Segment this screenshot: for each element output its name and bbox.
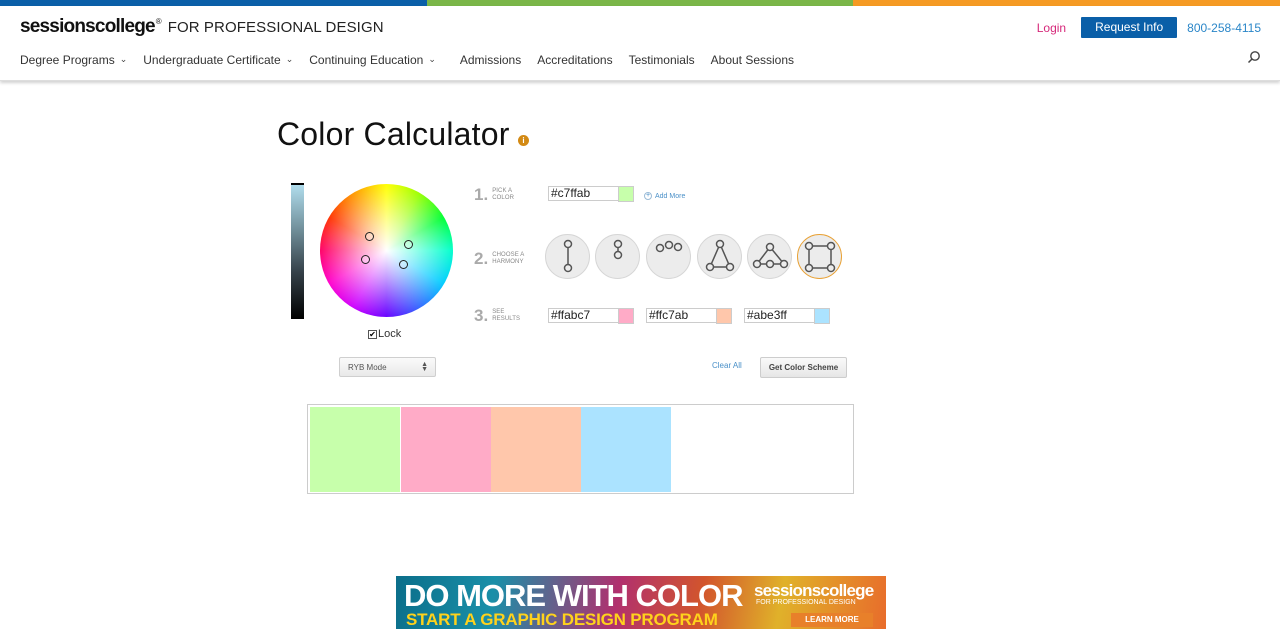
step-pick-color: 1. PICK A COLOR [474, 185, 514, 205]
nav-label: Continuing Education [309, 52, 424, 67]
site-logo[interactable]: sessionscollege ® FOR PROFESSIONAL DESIG… [20, 16, 384, 38]
banner-logo: sessionscollege [754, 581, 874, 600]
promo-banner[interactable]: DO MORE WITH COLOR START A GRAPHIC DESIG… [396, 576, 886, 629]
step-number: 1. [474, 185, 489, 204]
step-number: 3. [474, 306, 489, 325]
color-wheel[interactable] [320, 184, 453, 317]
lock-checkbox[interactable]: ✔ Lock [368, 328, 401, 340]
harmony-split-button[interactable] [595, 234, 640, 279]
base-color-input[interactable]: #c7ffab [548, 186, 618, 201]
nav-accreditations[interactable]: Accreditations [537, 53, 612, 67]
nav-undergraduate-certificate[interactable]: Undergraduate Certificate ⌄ [143, 53, 293, 67]
wheel-marker[interactable] [404, 240, 413, 249]
nav-degree-programs[interactable]: Degree Programs ⌄ [20, 53, 127, 67]
tetrad-icon [752, 242, 789, 269]
plus-icon: + [644, 192, 652, 200]
nav-continuing-education[interactable]: Continuing Education ⌄ [309, 53, 436, 67]
chevron-down-icon: ⌄ [119, 54, 128, 64]
banner-tagline: FOR PROFESSIONAL DESIGN [756, 599, 856, 606]
step-label: SEE RESULTS [492, 309, 521, 322]
clear-all-link[interactable]: Clear All [712, 361, 742, 370]
nav-about-sessions[interactable]: About Sessions [711, 53, 794, 67]
step-choose-harmony: 2. CHOOSE A HARMONY [474, 249, 524, 269]
utility-nav: Login Request Info 800-258-4115 [1037, 17, 1261, 38]
result-color-input[interactable]: #ffc7ab [646, 308, 716, 323]
step-see-results: 3. SEE RESULTS [474, 306, 520, 326]
banner-headline: DO MORE WITH COLOR [404, 578, 743, 613]
result-color-field: #abe3ff [744, 307, 830, 324]
scheme-color-block [310, 407, 400, 492]
checkbox-checked-icon[interactable]: ✔ [368, 329, 377, 339]
result-color-field: #ffabc7 [548, 307, 634, 324]
lock-label: Lock [378, 328, 402, 340]
page-title: Color Calculator [277, 116, 510, 152]
search-icon[interactable] [1247, 50, 1261, 64]
result-color-swatch[interactable] [618, 307, 634, 324]
harmony-tetrad-button[interactable] [747, 234, 792, 279]
step-label: CHOOSE A HARMONY [492, 252, 525, 265]
result-color-field: #ffc7ab [646, 307, 732, 324]
chevron-down-icon: ⌄ [285, 54, 294, 64]
harmony-square-button[interactable] [797, 234, 842, 279]
nav-testimonials[interactable]: Testimonials [629, 53, 695, 67]
logo-tagline: FOR PROFESSIONAL DESIGN [167, 19, 384, 36]
scheme-color-block [401, 407, 491, 492]
result-color-swatch[interactable] [814, 307, 830, 324]
color-scheme-preview [307, 404, 854, 494]
mode-select[interactable]: RYB Mode ▲ ▼ [339, 357, 436, 377]
result-color-input[interactable]: #ffabc7 [548, 308, 618, 323]
complementary-icon [563, 239, 573, 273]
harmony-complementary-button[interactable] [545, 234, 590, 279]
base-color-field: #c7ffab [548, 185, 634, 202]
learn-more-button[interactable]: LEARN MORE [791, 613, 873, 627]
nav-label: Admissions [459, 53, 522, 67]
banner-subheadline: START A GRAPHIC DESIGN PROGRAM [406, 610, 718, 629]
nav-label: Degree Programs [20, 52, 115, 67]
harmony-triad-button[interactable] [697, 234, 742, 279]
analogous-icon [655, 240, 683, 253]
split-complementary-icon [613, 239, 623, 260]
wheel-marker[interactable] [365, 232, 374, 241]
site-header: sessionscollege ® FOR PROFESSIONAL DESIG… [0, 6, 1280, 81]
logo-registered: ® [155, 17, 162, 26]
wheel-marker[interactable] [361, 255, 370, 264]
phone-link[interactable]: 800-258-4115 [1187, 21, 1261, 35]
triad-icon [705, 239, 735, 272]
login-link[interactable]: Login [1037, 21, 1066, 35]
square-icon [804, 241, 836, 273]
scheme-color-block [581, 407, 671, 492]
brightness-slider[interactable] [291, 183, 304, 319]
request-info-button[interactable]: Request Info [1081, 17, 1178, 38]
nav-label: Undergraduate Certificate [143, 52, 281, 67]
nav-label: Testimonials [628, 53, 695, 67]
add-more-link[interactable]: + Add More [644, 192, 685, 200]
step-number: 2. [474, 249, 489, 268]
logo-brand: sessionscollege [20, 16, 156, 37]
base-color-swatch[interactable] [618, 185, 634, 202]
info-icon[interactable]: i [518, 135, 529, 146]
result-color-swatch[interactable] [716, 307, 732, 324]
result-color-input[interactable]: #abe3ff [744, 308, 814, 323]
get-color-scheme-button[interactable]: Get Color Scheme [760, 357, 847, 378]
chevron-down-icon: ⌄ [428, 54, 436, 64]
wheel-marker[interactable] [399, 260, 408, 269]
harmony-analogous-button[interactable] [646, 234, 691, 279]
nav-label: About Sessions [710, 53, 795, 67]
nav-admissions[interactable]: Admissions [460, 53, 521, 67]
select-arrows-icon: ▲ ▼ [421, 361, 428, 373]
nav-label: Accreditations [537, 53, 613, 67]
scheme-color-block [491, 407, 581, 492]
step-label: PICK A COLOR [492, 188, 515, 201]
add-more-label: Add More [655, 192, 686, 200]
mode-select-value: RYB Mode [348, 363, 387, 372]
brightness-slider-handle[interactable] [291, 183, 304, 185]
main-nav: Degree Programs ⌄ Undergraduate Certific… [20, 52, 810, 68]
